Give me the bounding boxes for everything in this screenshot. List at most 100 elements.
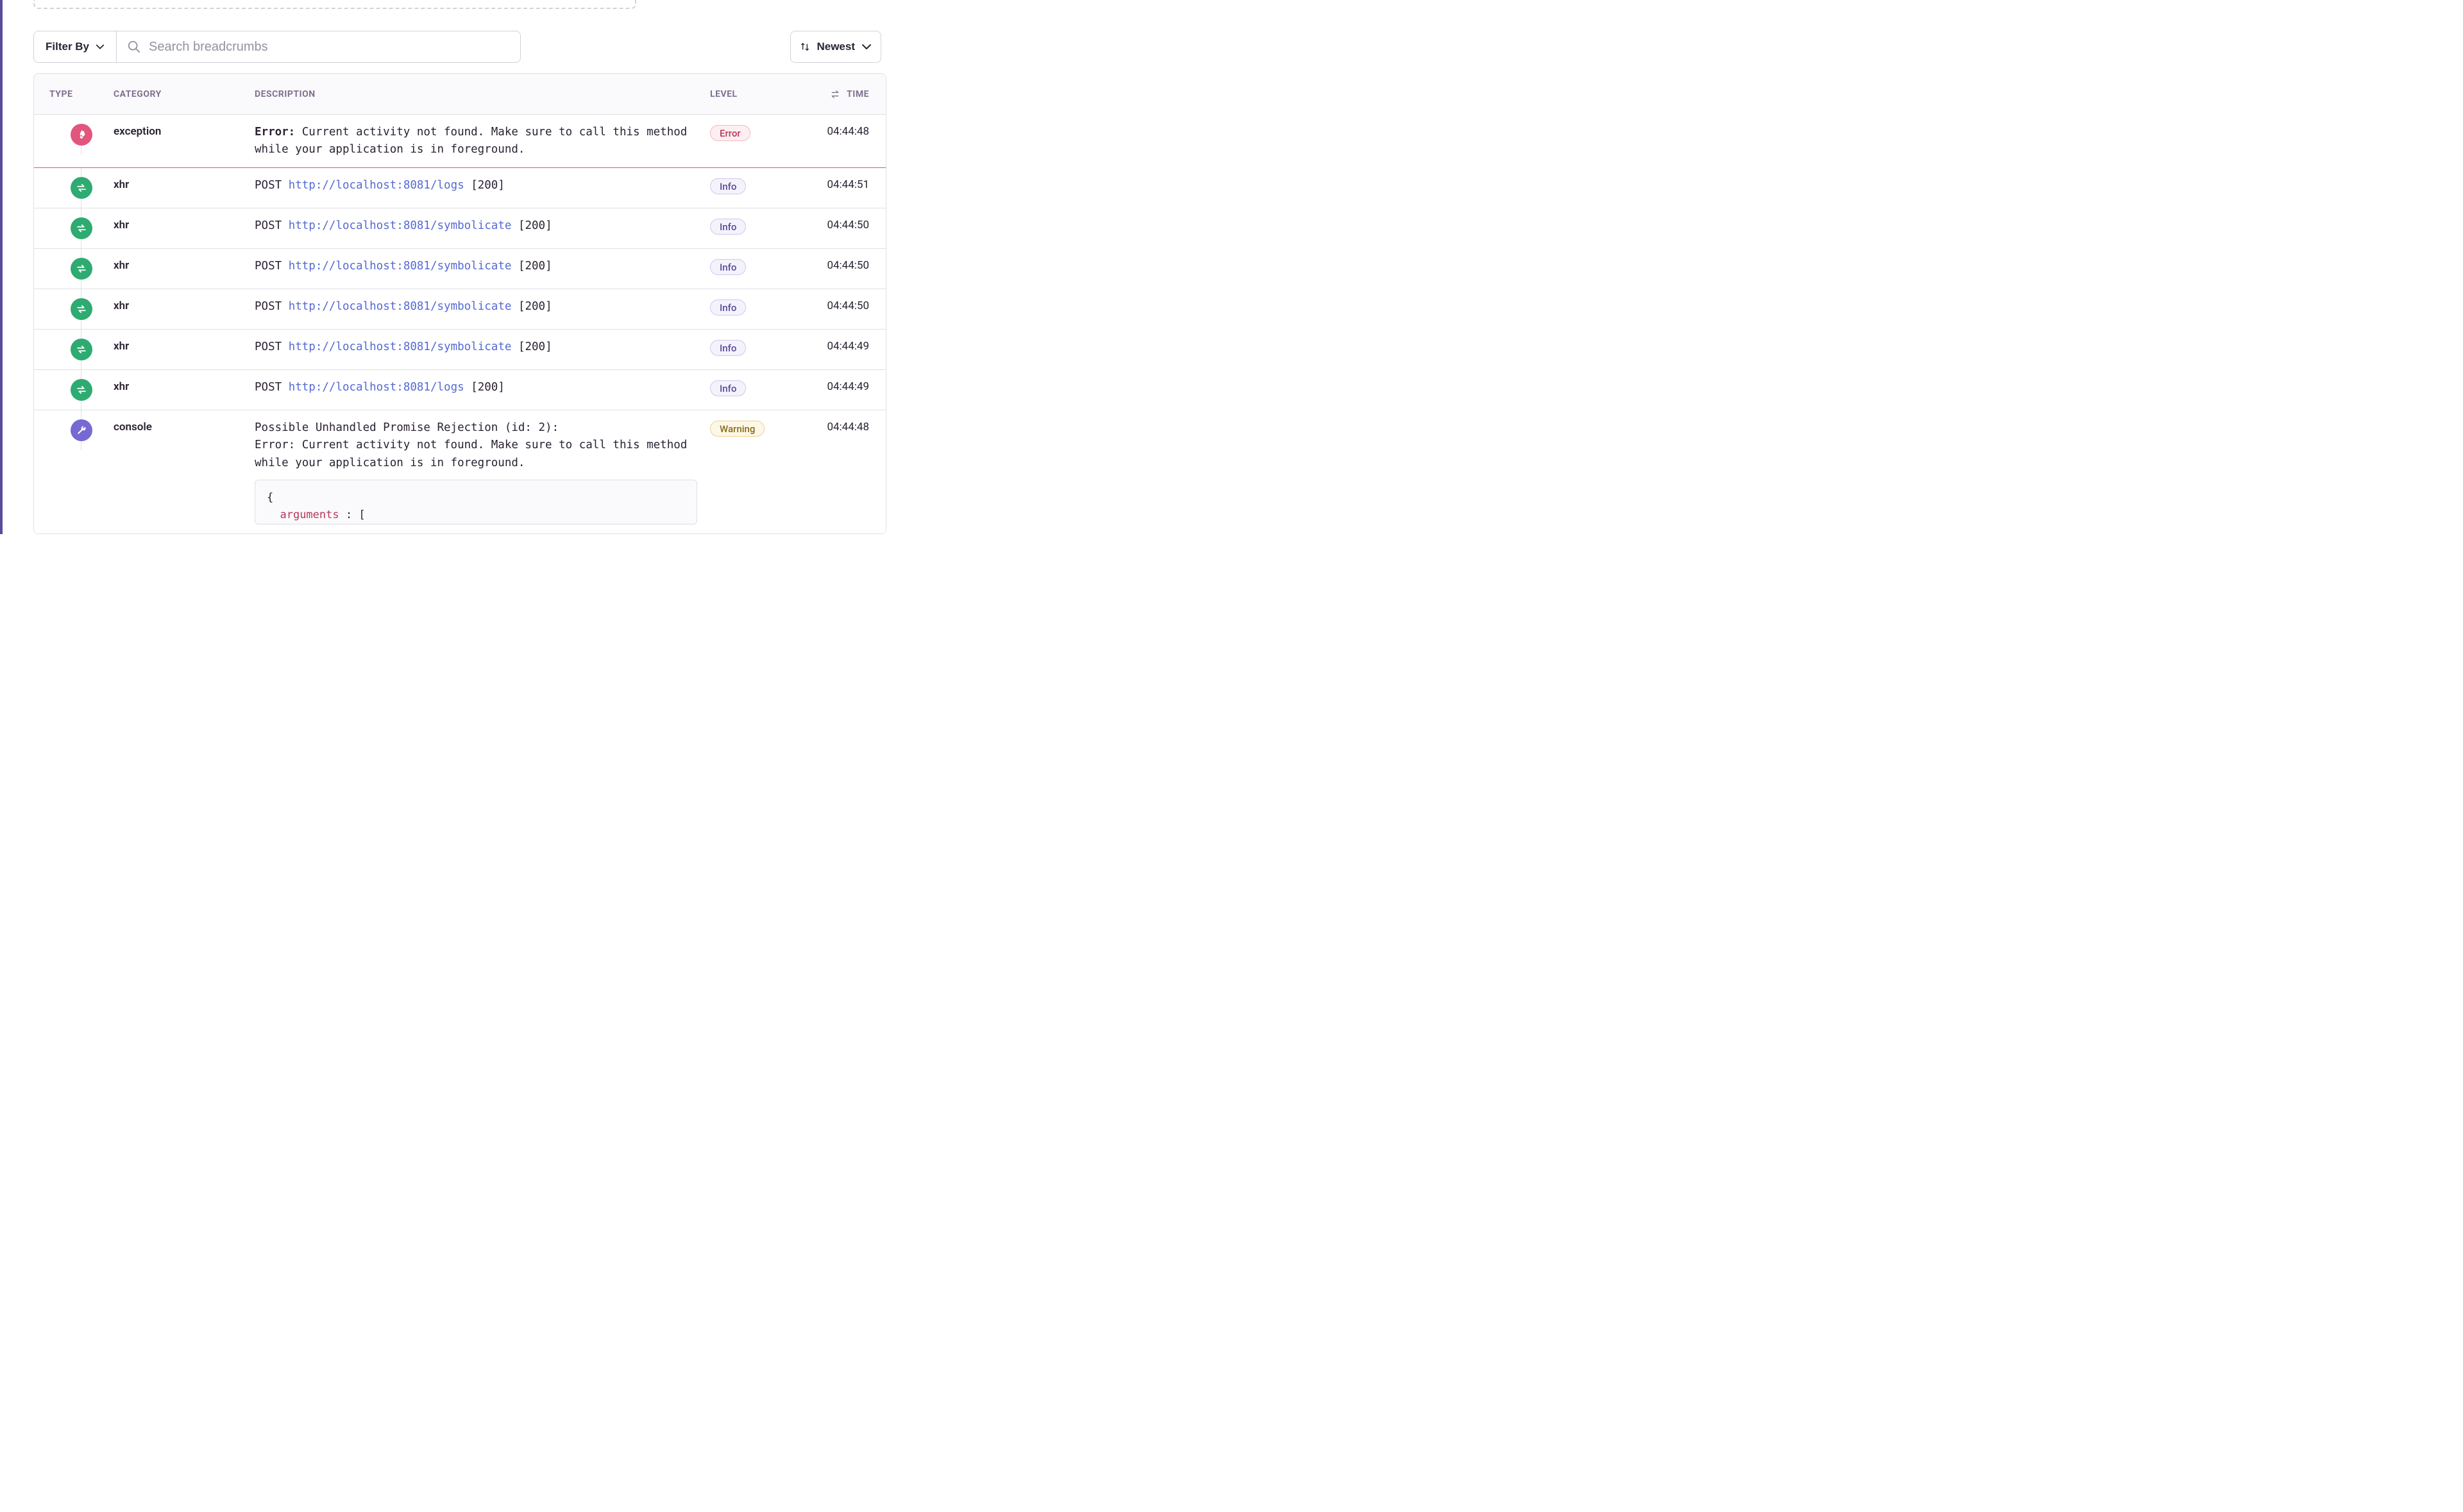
category-cell: xhr <box>114 217 255 231</box>
filter-by-label: Filter By <box>46 40 89 53</box>
type-cell <box>34 419 114 441</box>
time-cell: 04:44:48 <box>809 419 886 433</box>
request-url[interactable]: http://localhost:8081/symbolicate <box>289 340 512 353</box>
category-cell: xhr <box>114 298 255 312</box>
http-method: POST <box>255 300 282 313</box>
description-cell: Possible Unhandled Promise Rejection (id… <box>255 419 710 524</box>
request-url[interactable]: http://localhost:8081/logs <box>289 179 464 192</box>
level-pill: Info <box>710 219 746 235</box>
search-icon <box>127 40 141 54</box>
transfer-icon <box>71 177 92 199</box>
col-header-level: LEVEL <box>710 89 809 99</box>
description-cell: POST http://localhost:8081/symbolicate [… <box>255 217 710 235</box>
level-cell: Info <box>710 298 809 315</box>
description-cell: POST http://localhost:8081/logs [200] <box>255 177 710 194</box>
chevron-down-icon <box>96 42 105 51</box>
level-cell: Error <box>710 124 809 141</box>
http-status: [200] <box>518 219 552 232</box>
time-cell: 04:44:50 <box>809 298 886 312</box>
transfer-icon <box>71 217 92 239</box>
table-row[interactable]: exception Error: Current activity not fo… <box>34 115 886 168</box>
type-cell <box>34 379 114 401</box>
table-row[interactable]: xhr POST http://localhost:8081/symbolica… <box>34 249 886 289</box>
category-cell: xhr <box>114 177 255 191</box>
type-cell <box>34 124 114 146</box>
table-row[interactable]: xhr POST http://localhost:8081/logs [200… <box>34 370 886 410</box>
table-row[interactable]: xhr POST http://localhost:8081/symbolica… <box>34 208 886 249</box>
description-cell: POST http://localhost:8081/symbolicate [… <box>255 258 710 275</box>
desc-text: Possible Unhandled Promise Rejection (id… <box>255 421 694 469</box>
desc-text: Current activity not found. Make sure to… <box>255 126 687 156</box>
col-header-time[interactable]: TIME <box>809 89 886 99</box>
category-cell: xhr <box>114 379 255 393</box>
chevron-down-icon <box>861 42 872 52</box>
level-pill: Info <box>710 299 746 315</box>
swap-icon <box>830 89 840 99</box>
collapsed-section-placeholder <box>33 0 636 9</box>
breadcrumbs-toolbar: Filter By Newest <box>33 31 886 63</box>
code-brace: { <box>267 491 273 504</box>
table-row[interactable]: xhr POST http://localhost:8081/symbolica… <box>34 330 886 370</box>
level-cell: Info <box>710 217 809 235</box>
time-cell: 04:44:51 <box>809 177 886 191</box>
type-cell <box>34 177 114 199</box>
search-breadcrumbs-box[interactable] <box>117 31 521 63</box>
request-url[interactable]: http://localhost:8081/logs <box>289 381 464 394</box>
description-cell: Error: Current activity not found. Make … <box>255 124 710 158</box>
table-row[interactable]: console Possible Unhandled Promise Rejec… <box>34 410 886 533</box>
type-cell <box>34 217 114 239</box>
transfer-icon <box>71 298 92 320</box>
sort-label: Newest <box>817 40 855 53</box>
http-method: POST <box>255 219 282 232</box>
http-method: POST <box>255 260 282 273</box>
level-pill: Info <box>710 340 746 356</box>
request-url[interactable]: http://localhost:8081/symbolicate <box>289 300 512 313</box>
type-cell <box>34 298 114 320</box>
transfer-icon <box>71 258 92 280</box>
code-block: { arguments : [ <box>255 480 697 525</box>
wrench-icon <box>71 419 92 441</box>
request-url[interactable]: http://localhost:8081/symbolicate <box>289 219 512 232</box>
transfer-icon <box>71 379 92 401</box>
col-header-type: TYPE <box>34 89 114 99</box>
http-status: [200] <box>518 340 552 353</box>
http-status: [200] <box>471 179 505 192</box>
filter-by-button[interactable]: Filter By <box>33 31 117 63</box>
http-status: [200] <box>518 260 552 273</box>
sort-button[interactable]: Newest <box>790 31 881 63</box>
fire-icon <box>71 124 92 146</box>
level-pill: Warning <box>710 421 765 437</box>
level-pill: Info <box>710 178 746 194</box>
http-method: POST <box>255 179 282 192</box>
col-header-time-label: TIME <box>847 89 869 99</box>
time-cell: 04:44:50 <box>809 217 886 231</box>
sort-icon <box>800 42 810 52</box>
time-cell: 04:44:50 <box>809 258 886 272</box>
time-cell: 04:44:49 <box>809 379 886 393</box>
http-method: POST <box>255 340 282 353</box>
level-pill: Error <box>710 125 750 141</box>
level-cell: Warning <box>710 419 809 437</box>
category-cell: exception <box>114 124 255 138</box>
category-cell: xhr <box>114 339 255 353</box>
col-header-description: DESCRIPTION <box>255 89 710 99</box>
search-input[interactable] <box>149 40 510 55</box>
description-cell: POST http://localhost:8081/logs [200] <box>255 379 710 396</box>
desc-prefix: Error: <box>255 126 295 139</box>
table-row[interactable]: xhr POST http://localhost:8081/logs [200… <box>34 168 886 208</box>
time-cell: 04:44:48 <box>809 124 886 138</box>
request-url[interactable]: http://localhost:8081/symbolicate <box>289 260 512 273</box>
type-cell <box>34 339 114 360</box>
time-cell: 04:44:49 <box>809 339 886 353</box>
code-after: : [ <box>339 508 366 521</box>
http-status: [200] <box>471 381 505 394</box>
level-cell: Info <box>710 177 809 194</box>
table-row[interactable]: xhr POST http://localhost:8081/symbolica… <box>34 289 886 330</box>
level-cell: Info <box>710 379 809 396</box>
code-key: arguments <box>280 508 339 521</box>
col-header-category: CATEGORY <box>114 89 255 99</box>
http-method: POST <box>255 381 282 394</box>
level-cell: Info <box>710 339 809 356</box>
description-cell: POST http://localhost:8081/symbolicate [… <box>255 339 710 356</box>
table-header: TYPE CATEGORY DESCRIPTION LEVEL TIME <box>34 74 886 115</box>
